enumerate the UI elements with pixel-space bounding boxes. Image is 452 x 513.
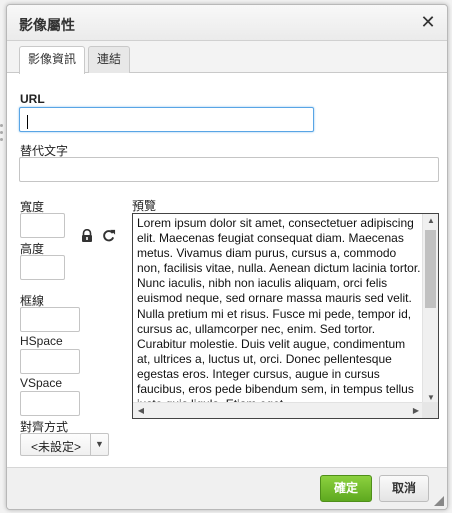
url-input[interactable] <box>19 107 314 132</box>
scroll-up-icon[interactable]: ▲ <box>423 216 438 225</box>
align-select[interactable]: <未設定> ▼ <box>20 433 109 456</box>
lock-icon[interactable] <box>80 229 94 243</box>
preview-label: 預覽 <box>132 199 157 213</box>
tab-link[interactable]: 連結 <box>88 46 131 73</box>
alt-text-input[interactable] <box>19 157 439 182</box>
preview-text: Lorem ipsum dolor sit amet, consectetuer… <box>137 216 421 404</box>
text-caret <box>27 115 28 129</box>
preview-vertical-scrollbar[interactable]: ▲ ▼ <box>422 214 438 404</box>
tab-image-info[interactable]: 影像資訊 <box>19 46 86 74</box>
image-properties-dialog: 影像屬性 ✕ 影像資訊 連結 URL 替代文字 寬度 高度 框線 HSpace … <box>6 4 448 510</box>
ok-button[interactable]: 確定 <box>320 475 372 502</box>
align-select-value: <未設定> <box>31 440 82 454</box>
width-input[interactable] <box>20 213 65 238</box>
scroll-left-icon[interactable]: ◀ <box>133 406 149 415</box>
chevron-down-icon: ▼ <box>90 434 108 455</box>
hspace-input[interactable] <box>20 349 80 374</box>
resize-grip-icon[interactable] <box>434 496 444 506</box>
tab-bar: 影像資訊 連結 <box>7 41 447 74</box>
reset-size-icon[interactable] <box>101 228 116 243</box>
dialog-title: 影像屬性 <box>19 17 75 33</box>
close-icon[interactable]: ✕ <box>417 11 439 33</box>
dialog-titlebar[interactable]: 影像屬性 ✕ <box>7 5 447 41</box>
preview-scroll-thumb[interactable] <box>425 230 436 308</box>
background-fragment <box>0 120 4 160</box>
height-input[interactable] <box>20 255 65 280</box>
vspace-input[interactable] <box>20 391 80 416</box>
border-input[interactable] <box>20 307 80 332</box>
preview-horizontal-scrollbar[interactable]: ◀ ▶ <box>133 402 424 418</box>
cancel-button[interactable]: 取消 <box>379 475 429 502</box>
preview-box: Lorem ipsum dolor sit amet, consectetuer… <box>132 213 439 419</box>
scrollbar-corner <box>422 402 438 418</box>
scroll-down-icon[interactable]: ▼ <box>423 393 438 402</box>
hspace-label: HSpace <box>20 334 63 348</box>
vspace-label: VSpace <box>20 376 63 390</box>
url-label: URL <box>20 92 45 106</box>
dialog-footer: 確定 取消 <box>7 467 447 509</box>
